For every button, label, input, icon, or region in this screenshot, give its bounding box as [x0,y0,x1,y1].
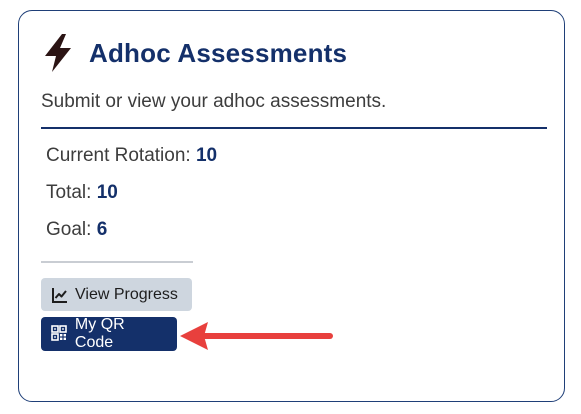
qr-code-icon [51,325,69,343]
stat-label: Goal: [46,219,97,240]
card-title: Adhoc Assessments [89,37,348,68]
stat-label: Total: [46,182,97,203]
card-header: Adhoc Assessments [41,33,347,73]
stats-divider [41,261,193,263]
my-qr-code-button[interactable]: My QR Code [41,316,177,351]
my-qr-code-label: My QR Code [74,316,125,351]
stat-label: Current Rotation: [46,145,196,166]
stat-value: 6 [96,219,108,240]
view-progress-button[interactable]: View Progress [41,278,192,311]
stat-goal: Goal: 6 [46,219,107,241]
view-progress-label: View Progress [75,285,178,303]
stat-value: 10 [96,182,118,203]
header-divider [41,127,547,129]
stat-total: Total: 10 [46,182,118,204]
red-arrow-icon [180,322,333,350]
line-chart-icon [51,286,69,304]
stat-value: 10 [195,145,218,166]
card-subtitle: Submit or view your adhoc assessments. [41,91,387,112]
stat-current-rotation: Current Rotation: 10 [46,145,217,167]
lightning-bolt-icon [45,34,71,72]
